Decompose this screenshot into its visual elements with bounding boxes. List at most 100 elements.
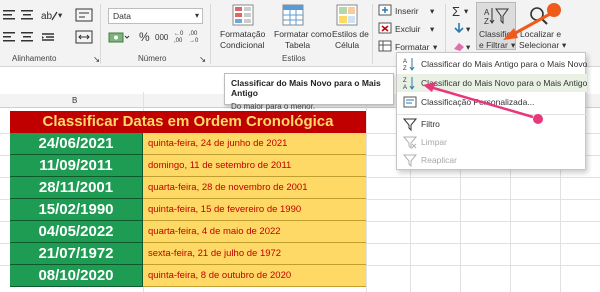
chevron-down-icon[interactable]: ▾ xyxy=(58,10,62,21)
dialog-launcher-icon[interactable]: ↘ xyxy=(199,54,206,65)
date-cell[interactable]: 04/05/2022 xyxy=(10,221,143,243)
number-format-select[interactable]: Data ▾ xyxy=(108,8,203,24)
format-button[interactable]: Formatar xyxy=(395,42,429,52)
table-row[interactable]: 28/11/2001 quarta-feira, 28 de novembro … xyxy=(10,177,366,199)
wrap-text-icon[interactable] xyxy=(75,8,93,22)
description-cell[interactable]: quarta-feira, 28 de novembro de 2001 xyxy=(143,177,366,199)
table-row[interactable]: 15/02/1990 quinta-feira, 15 de fevereiro… xyxy=(10,199,366,221)
table-row[interactable]: 04/05/2022 quarta-feira, 4 de maio de 20… xyxy=(10,221,366,243)
find-select-label-2[interactable]: Selecionar xyxy=(519,40,559,50)
svg-text:Z: Z xyxy=(484,17,489,26)
indent-icon[interactable] xyxy=(40,30,56,44)
cell-styles-label-2[interactable]: Célula xyxy=(335,40,359,50)
sheet-title-cell[interactable]: Classificar Datas em Ordem Cronológica xyxy=(10,111,366,133)
table-row[interactable]: 11/09/2011 domingo, 11 de setembro de 20… xyxy=(10,155,366,177)
insert-cells-icon[interactable] xyxy=(378,4,392,16)
table-row[interactable]: 24/06/2021 quinta-feira, 24 de junho de … xyxy=(10,133,366,155)
align-center-icon[interactable] xyxy=(20,30,36,44)
svg-text:→0: →0 xyxy=(189,38,199,44)
date-cell[interactable]: 28/11/2001 xyxy=(10,177,143,199)
conditional-formatting-icon[interactable] xyxy=(232,4,254,26)
svg-text:Z: Z xyxy=(403,78,407,84)
percent-button[interactable]: % xyxy=(139,30,150,44)
description-cell[interactable]: quinta-feira, 8 de outubro de 2020 xyxy=(143,265,366,287)
reapply-icon xyxy=(403,154,417,167)
menu-item-label: Limpar xyxy=(421,137,447,147)
number-format-value: Data xyxy=(113,11,131,21)
description-cell[interactable]: sexta-feira, 21 de julho de 1972 xyxy=(143,243,366,265)
description-cell[interactable]: domingo, 11 de setembro de 2011 xyxy=(143,155,366,177)
find-select-icon[interactable] xyxy=(528,6,550,26)
tooltip-title: Classificar do Mais Novo para o Mais Ant… xyxy=(231,78,381,98)
menu-item-clear: Limpar xyxy=(397,133,587,151)
align-left-icon[interactable] xyxy=(2,30,18,44)
sort-filter-label-1: Classificar xyxy=(479,29,519,39)
chevron-down-icon[interactable]: ▾ xyxy=(430,24,434,35)
svg-text:A: A xyxy=(403,59,407,65)
insert-button[interactable]: Inserir xyxy=(395,6,419,16)
svg-text:,00: ,00 xyxy=(189,31,198,37)
delete-button[interactable]: Excluir xyxy=(395,24,421,34)
cell-styles-label-1[interactable]: Estilos de xyxy=(332,29,369,39)
menu-item-sort-oldest-newest[interactable]: AZ Classificar do Mais Antigo para o Mai… xyxy=(397,55,587,73)
chevron-down-icon: ▾ xyxy=(194,11,199,20)
custom-sort-icon xyxy=(403,96,417,108)
cell-styles-icon[interactable] xyxy=(336,4,358,26)
chevron-down-icon: ▾ xyxy=(511,40,516,50)
group-label-styles: Estilos xyxy=(282,54,306,63)
gridline xyxy=(366,92,367,292)
date-cell[interactable]: 21/07/1972 xyxy=(10,243,143,265)
format-cells-icon[interactable] xyxy=(378,40,392,52)
date-cell[interactable]: 15/02/1990 xyxy=(10,199,143,221)
date-cell[interactable]: 11/09/2011 xyxy=(10,155,143,177)
thousands-separator-button[interactable]: 000 xyxy=(155,33,168,42)
find-select-label-1[interactable]: Localizar e xyxy=(520,29,561,39)
clear-icon[interactable] xyxy=(452,40,466,52)
format-as-table-icon[interactable] xyxy=(282,4,304,26)
menu-item-sort-newest-oldest[interactable]: ZA Classificar do Mais Novo para o Mais … xyxy=(397,74,587,92)
merge-center-icon[interactable] xyxy=(75,30,93,44)
svg-text:A: A xyxy=(403,85,407,90)
delete-cells-icon[interactable] xyxy=(378,22,392,34)
table-row[interactable]: 21/07/1972 sexta-feira, 21 de julho de 1… xyxy=(10,243,366,265)
sort-ascending-icon: AZ xyxy=(403,58,415,71)
sort-filter-label-2: e Filtrar xyxy=(479,40,508,50)
format-table-label-1[interactable]: Formatar como xyxy=(274,29,332,39)
chevron-down-icon[interactable]: ▾ xyxy=(466,24,470,35)
group-divider xyxy=(100,4,101,64)
format-table-label-2[interactable]: Tabela xyxy=(285,40,310,50)
description-cell[interactable]: quinta-feira, 24 de junho de 2021 xyxy=(143,133,366,155)
date-cell[interactable]: 24/06/2021 xyxy=(10,133,143,155)
sort-filter-menu: AZ Classificar do Mais Antigo para o Mai… xyxy=(396,52,587,170)
svg-text:Z: Z xyxy=(403,66,407,71)
chevron-down-icon[interactable]: ▾ xyxy=(562,40,566,51)
conditional-format-label-1[interactable]: Formatação xyxy=(220,29,265,39)
filter-icon xyxy=(403,118,417,131)
clear-filter-icon xyxy=(403,136,417,149)
menu-item-label: Classificar do Mais Antigo para o Mais N… xyxy=(421,59,588,69)
orientation-icon[interactable]: ab xyxy=(40,8,58,22)
chevron-down-icon[interactable]: ▾ xyxy=(464,6,468,17)
conditional-format-label-2[interactable]: Condicional xyxy=(220,40,264,50)
svg-text:←0: ←0 xyxy=(174,31,184,37)
chevron-down-icon[interactable]: ▾ xyxy=(430,6,434,17)
description-cell[interactable]: quinta-feira, 15 de fevereiro de 1990 xyxy=(143,199,366,221)
menu-item-label: Reaplicar xyxy=(421,155,457,165)
decrease-decimal-icon[interactable]: ,00→0 xyxy=(189,28,203,44)
fill-icon[interactable] xyxy=(452,22,466,34)
align-middle-icon[interactable] xyxy=(20,8,36,22)
date-cell[interactable]: 08/10/2020 xyxy=(10,265,143,287)
table-row[interactable]: 08/10/2020 quinta-feira, 8 de outubro de… xyxy=(10,265,366,287)
group-label-alignment: Alinhamento xyxy=(12,54,57,63)
accounting-format-icon[interactable] xyxy=(108,30,130,44)
autosum-icon[interactable]: Σ xyxy=(452,4,460,19)
column-header-b[interactable]: B xyxy=(72,96,77,105)
svg-text:,00: ,00 xyxy=(174,38,183,44)
menu-item-label: Filtro xyxy=(421,119,440,129)
menu-item-custom-sort[interactable]: Classificação Personalizada... xyxy=(397,93,587,111)
increase-decimal-icon[interactable]: ←0,00 xyxy=(174,28,188,44)
sort-filter-icon: AZ xyxy=(484,8,509,26)
description-cell[interactable]: quarta-feira, 4 de maio de 2022 xyxy=(143,221,366,243)
align-top-left-icon[interactable] xyxy=(2,8,18,22)
menu-item-filter[interactable]: Filtro xyxy=(397,114,587,132)
